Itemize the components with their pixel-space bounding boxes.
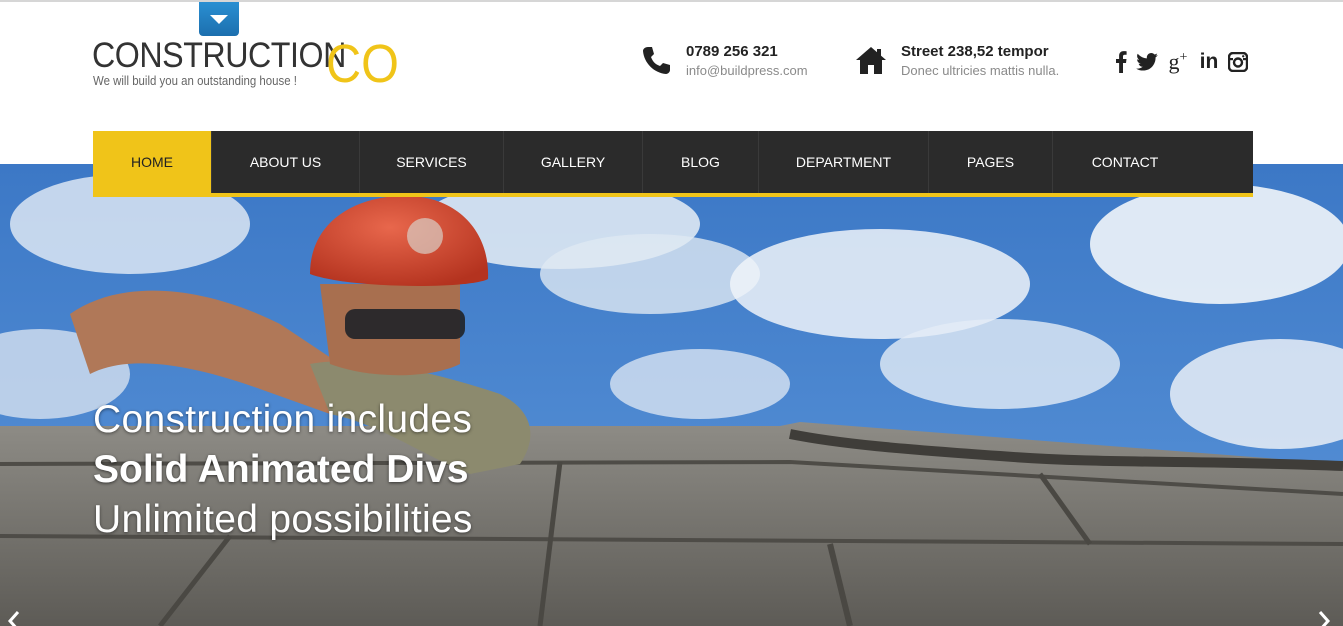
nav-item-department[interactable]: DEPARTMENT <box>759 131 929 193</box>
google-plus-icon[interactable]: g + <box>1165 48 1191 76</box>
phone-number[interactable]: 0789 256 321 <box>686 42 808 61</box>
hero-line-1: Construction includes <box>93 398 473 441</box>
chevron-left-icon <box>7 611 20 626</box>
address-subline: Donec ultricies mattis nulla. <box>901 63 1060 78</box>
slider-next-button[interactable] <box>1316 610 1340 626</box>
social-links: g + in <box>1113 48 1255 76</box>
logo-tagline: We will build you an outstanding house ! <box>93 73 297 88</box>
hero-image <box>0 164 1343 626</box>
nav-item-blog[interactable]: BLOG <box>643 131 759 193</box>
home-icon <box>856 47 886 74</box>
nav-item-services[interactable]: SERVICES <box>360 131 504 193</box>
panel-toggle-button[interactable] <box>199 2 239 36</box>
nav-item-label: SERVICES <box>396 154 467 170</box>
facebook-icon[interactable] <box>1113 48 1129 76</box>
nav-item-label: DEPARTMENT <box>795 154 892 170</box>
nav-item-contact[interactable]: CONTACT <box>1053 131 1197 193</box>
address-contact: Street 238,52 tempor Donec ultricies mat… <box>855 42 1059 81</box>
instagram-icon[interactable] <box>1227 48 1249 76</box>
hero-slider[interactable] <box>0 164 1343 626</box>
address-street: Street 238,52 tempor <box>901 43 1049 60</box>
nav-item-label: PAGES <box>966 154 1015 170</box>
nav-item-label: GALLERY <box>540 154 606 170</box>
nav-item-label: ABOUT US <box>249 154 322 170</box>
nav-item-home[interactable]: HOME <box>93 131 212 193</box>
main-nav: HOME ABOUT US SERVICES GALLERY BLOG DEPA… <box>93 131 1253 197</box>
linkedin-icon[interactable]: in <box>1197 48 1221 76</box>
twitter-icon[interactable] <box>1135 48 1159 76</box>
chevron-down-icon <box>210 14 228 24</box>
phone-icon <box>643 47 670 74</box>
logo-accent-text: CO <box>326 34 399 94</box>
slider-prev-button[interactable] <box>6 610 30 626</box>
nav-item-gallery[interactable]: GALLERY <box>504 131 643 193</box>
chevron-right-icon <box>1318 611 1331 626</box>
nav-item-label: HOME <box>131 154 173 170</box>
nav-item-label: CONTACT <box>1091 154 1159 170</box>
nav-item-about-us[interactable]: ABOUT US <box>212 131 360 193</box>
nav-item-label: BLOG <box>681 154 720 170</box>
hero-line-3: Unlimited possibilities <box>93 498 473 541</box>
nav-item-pages[interactable]: PAGES <box>929 131 1053 193</box>
logo-main-text: CONSTRUCTION <box>92 36 346 75</box>
email-link[interactable]: info@buildpress.com <box>686 61 808 81</box>
hero-line-2: Solid Animated Divs <box>93 448 469 491</box>
phone-contact: 0789 256 321 info@buildpress.com <box>640 42 808 81</box>
